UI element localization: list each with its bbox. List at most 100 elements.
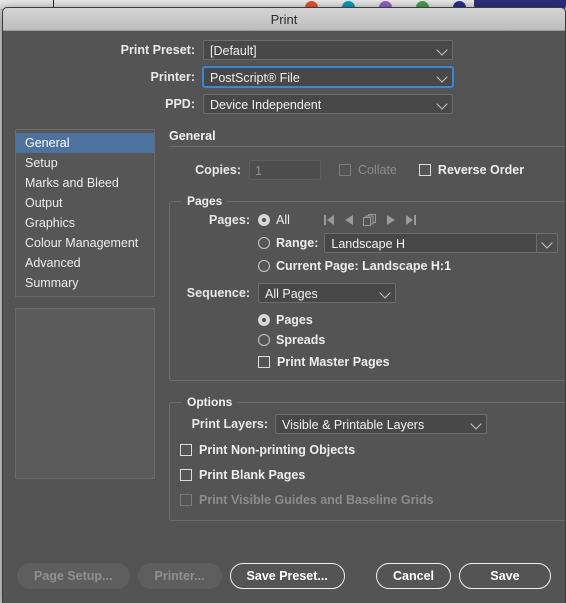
page-range-dropdown-button[interactable]: [536, 233, 559, 253]
chevron-down-icon: [436, 44, 448, 56]
sidebar-item-setup[interactable]: Setup: [16, 153, 154, 173]
copies-row: Copies: 1 Collate Reverse Order: [169, 160, 565, 180]
sidebar-item-label: Graphics: [25, 216, 76, 230]
sidebar-item-label: Output: [25, 196, 63, 210]
collate-label: Collate: [358, 163, 397, 177]
checkbox-box: [180, 494, 192, 506]
print-blank-pages-checkbox[interactable]: Print Blank Pages: [180, 468, 305, 482]
sidebar-item-marks-and-bleed[interactable]: Marks and Bleed: [16, 173, 154, 193]
chevron-down-icon: [470, 418, 482, 430]
chevron-down-icon: [541, 237, 554, 249]
copies-value: 1: [255, 164, 262, 178]
sidebar-item-label: Marks and Bleed: [25, 176, 119, 190]
next-page-icon[interactable]: [386, 215, 395, 225]
pages-all-row: Pages: All: [180, 213, 558, 227]
copies-label: Copies:: [195, 163, 241, 177]
collate-checkbox: Collate: [339, 163, 397, 177]
print-visible-guides-checkbox: Print Visible Guides and Baseline Grids: [180, 493, 434, 507]
spreads-radio-label: Spreads: [276, 333, 326, 347]
ppd-label: PPD:: [165, 97, 195, 111]
sidebar-item-output[interactable]: Output: [16, 193, 154, 213]
sequence-label: Sequence:: [186, 286, 250, 300]
printer-button: Printer...: [137, 563, 222, 589]
print-nonprinting-objects-checkbox[interactable]: Print Non-printing Objects: [180, 443, 355, 457]
print-nonprinting-objects-label: Print Non-printing Objects: [199, 443, 356, 457]
sidebar-item-graphics[interactable]: Graphics: [16, 213, 154, 233]
print-master-pages-checkbox[interactable]: Print Master Pages: [258, 355, 390, 369]
print-layers-select[interactable]: Visible & Printable Layers: [275, 414, 487, 434]
pages-all-radio[interactable]: All: [258, 213, 290, 227]
last-page-icon[interactable]: [405, 215, 416, 225]
pages-range-label: Range:: [276, 236, 319, 250]
save-button[interactable]: Save: [459, 563, 551, 589]
reverse-order-checkbox[interactable]: Reverse Order: [418, 163, 525, 177]
spreads-radio-row: Spreads: [258, 333, 558, 347]
spread-pages-icon[interactable]: [362, 214, 377, 226]
current-page-row: Current Page: Landscape H:1: [180, 259, 558, 273]
sidebar-item-colour-management[interactable]: Colour Management: [16, 233, 154, 253]
radio-dot: [258, 214, 270, 226]
print-master-pages-row: Print Master Pages: [258, 355, 558, 369]
first-page-icon[interactable]: [323, 215, 335, 225]
ppd-row: PPD: Device Independent: [3, 94, 565, 114]
pages-label: Pages:: [209, 213, 250, 227]
sidebar-nav-list: General Setup Marks and Bleed Output Gra…: [15, 129, 155, 297]
copies-input[interactable]: 1: [249, 160, 321, 180]
chevron-down-icon: [436, 98, 448, 110]
sidebar-item-label: General: [25, 136, 70, 150]
print-layers-row: Print Layers: Visible & Printable Layers: [180, 414, 558, 434]
pages-range-radio[interactable]: Range:: [258, 236, 318, 250]
print-preset-select[interactable]: [Default]: [203, 40, 453, 60]
page-navigator: [323, 214, 416, 226]
ppd-value: Device Independent: [210, 98, 322, 112]
print-visible-guides-label: Print Visible Guides and Baseline Grids: [199, 493, 434, 507]
pages-range-row: Range: Landscape H: [180, 233, 559, 253]
sequence-select[interactable]: All Pages: [258, 283, 396, 303]
chevron-down-icon: [379, 287, 391, 299]
spreads-radio[interactable]: Spreads: [258, 333, 325, 347]
dialog-titlebar: Print: [3, 8, 565, 31]
pages-all-label: All: [276, 213, 290, 227]
print-blank-pages-label: Print Blank Pages: [199, 468, 306, 482]
general-panel: General Copies: 1 Collate Reverse Order …: [155, 129, 565, 535]
radio-dot: [258, 314, 270, 326]
chevron-down-icon: [436, 71, 448, 83]
print-preset-value: [Default]: [210, 44, 257, 58]
panel-title: General: [169, 129, 565, 147]
page-range-combo[interactable]: Landscape H: [324, 233, 559, 253]
sidebar-item-label: Summary: [25, 276, 79, 290]
pages-radio[interactable]: Pages: [258, 313, 313, 327]
dialog-body: General Setup Marks and Bleed Output Gra…: [3, 129, 565, 535]
previous-page-icon[interactable]: [344, 215, 353, 225]
printer-row: Printer: PostScript® File: [3, 67, 565, 87]
radio-dot: [258, 334, 270, 346]
printer-value: PostScript® File: [210, 71, 300, 85]
print-layers-value: Visible & Printable Layers: [282, 418, 425, 432]
sidebar-item-label: Colour Management: [25, 236, 139, 250]
save-preset-button[interactable]: Save Preset...: [229, 563, 345, 589]
sidebar-item-summary[interactable]: Summary: [16, 273, 154, 293]
ppd-select[interactable]: Device Independent: [203, 94, 453, 114]
reverse-order-label: Reverse Order: [437, 163, 525, 177]
cancel-button[interactable]: Cancel: [376, 563, 451, 589]
sidebar: General Setup Marks and Bleed Output Gra…: [15, 129, 155, 535]
print-guides-row: Print Visible Guides and Baseline Grids: [180, 493, 558, 509]
current-page-radio[interactable]: Current Page: Landscape H:1: [258, 259, 451, 273]
print-dialog: Print Print Preset: [Default] Printer: P…: [2, 7, 566, 603]
print-preset-row: Print Preset: [Default]: [3, 40, 565, 60]
sidebar-item-advanced[interactable]: Advanced: [16, 253, 154, 273]
radio-dot: [258, 237, 270, 249]
pages-group: Pages Pages: All Range: Landscape H Curr…: [169, 194, 565, 381]
printer-select[interactable]: PostScript® File: [203, 67, 453, 87]
page-setup-button: Page Setup...: [17, 563, 130, 589]
checkbox-box: [180, 444, 192, 456]
page-range-value[interactable]: Landscape H: [324, 233, 537, 253]
checkbox-box: [258, 356, 270, 368]
sidebar-item-label: Setup: [25, 156, 58, 170]
current-page-label: Current Page: Landscape H:1: [276, 259, 452, 273]
checkbox-box: [339, 164, 351, 176]
dialog-title: Print: [270, 11, 298, 27]
sidebar-item-general[interactable]: General: [16, 133, 154, 153]
checkbox-box: [180, 469, 192, 481]
pages-group-legend: Pages: [187, 194, 223, 208]
